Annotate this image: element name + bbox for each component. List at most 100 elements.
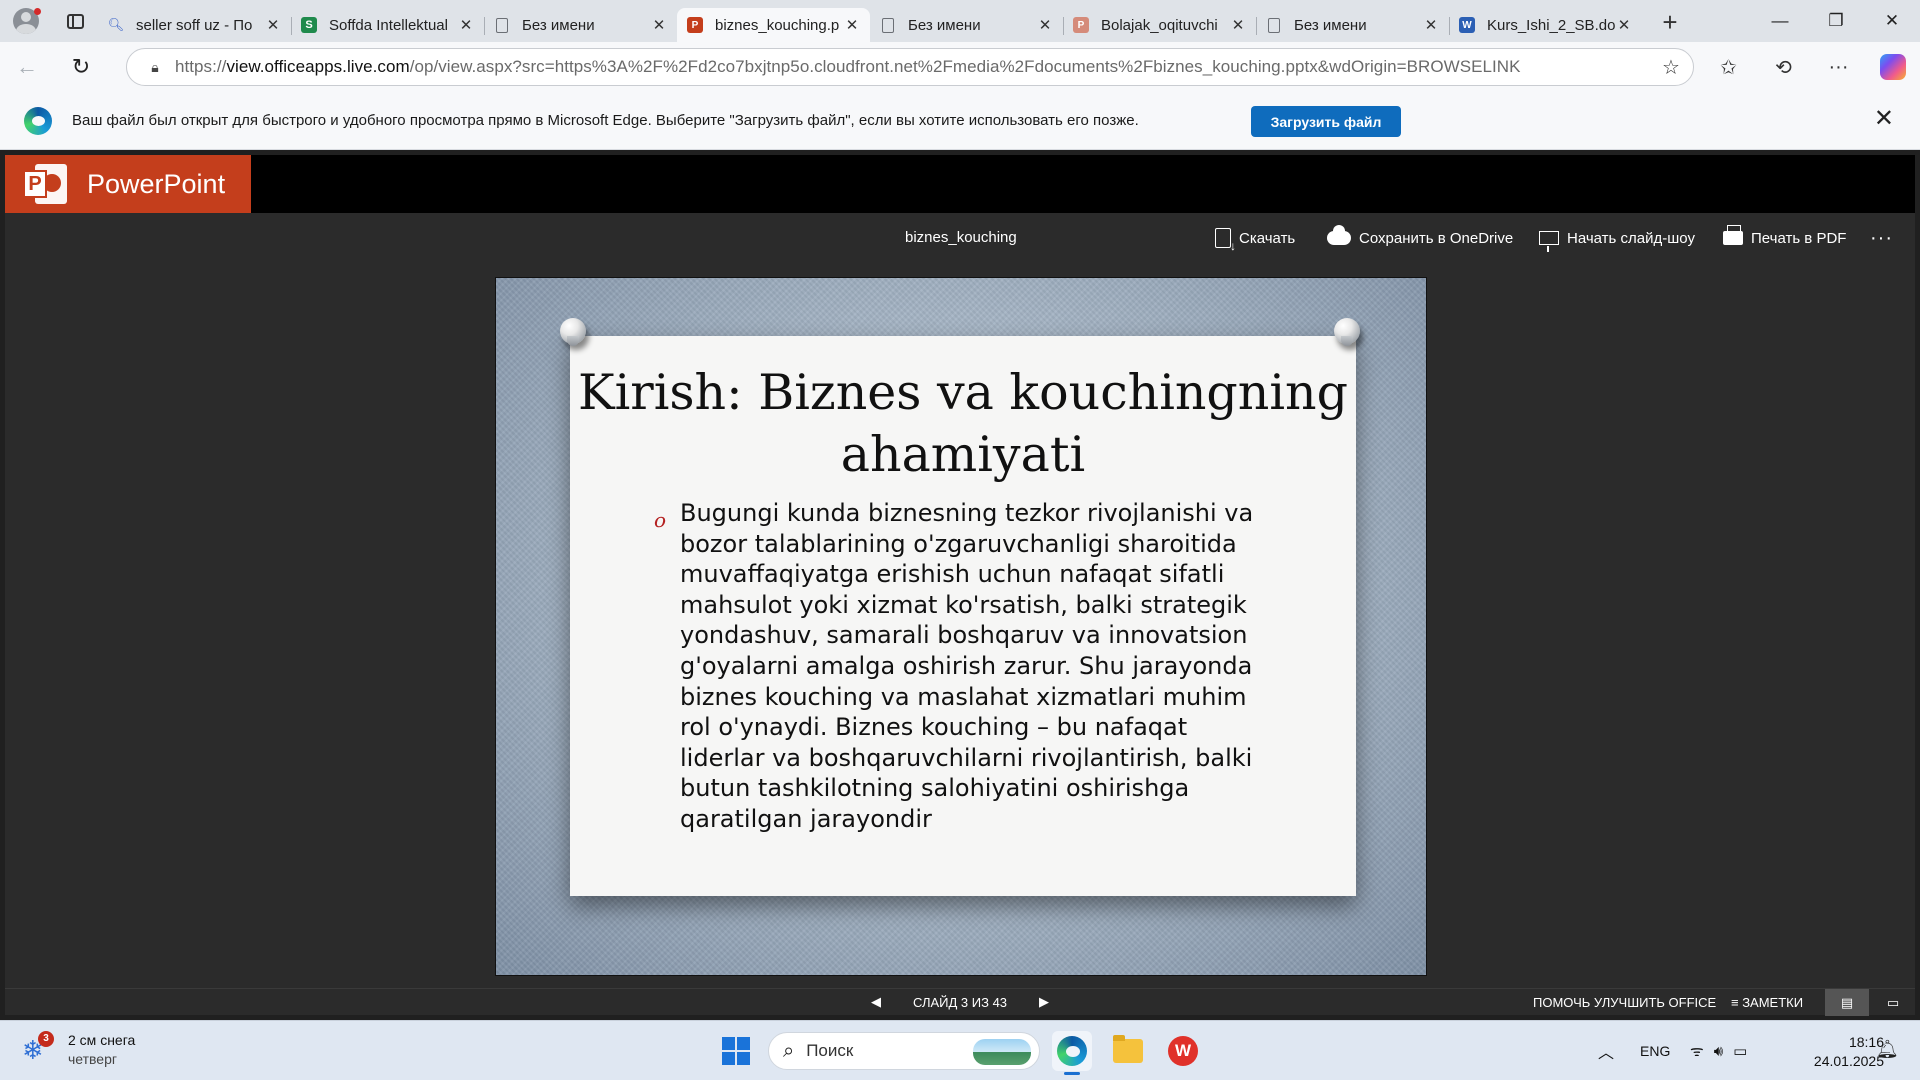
start-slideshow-button[interactable]: Начать слайд-шоу [1539,225,1695,252]
taskbar-search[interactable]: ⌕ Поиск [768,1032,1040,1070]
slideshow-view-icon[interactable]: ▭ [1871,989,1915,1016]
minimize-icon[interactable]: — [1752,0,1808,42]
ppt-toolbar: biznes_kouching Скачать Сохранить в OneD… [5,213,1915,263]
document-icon [1268,17,1280,33]
wifi-icon: ᯤ [1690,1043,1704,1060]
clock[interactable]: 18:16 24.01.2025 [1788,1033,1884,1071]
close-tab-icon[interactable]: ✕ [1616,16,1632,34]
taskbar-wps-office[interactable]: W [1163,1031,1203,1071]
url-text[interactable]: https://view.officeapps.live.com/op/view… [175,57,1649,77]
browser-tab[interactable]: P Bolajak_oqituvchi ✕ [1063,8,1256,42]
tab-actions-icon [66,13,84,29]
back-icon[interactable]: ← [0,42,54,92]
print-pdf-button[interactable]: Печать в PDF [1723,225,1846,251]
weather-day: четверг [68,1051,117,1067]
tab-title: Без имени [522,16,595,34]
document-icon [882,17,894,33]
close-tab-icon[interactable]: ✕ [458,16,474,34]
app-name: PowerPoint [87,168,226,199]
snowflake-icon: ❄ 3 [22,1030,54,1066]
notes-icon: ≡ [1731,995,1743,1010]
browser-tab[interactable]: Без имени ✕ [484,8,677,42]
more-options-icon[interactable]: ··· [1870,225,1893,251]
powerpoint-icon: P [687,17,703,33]
browser-tab[interactable]: Без имени ✕ [870,8,1063,42]
tab-title: Без имени [1294,16,1367,34]
more-menu-icon[interactable]: ··· [1811,56,1866,79]
weather-widget[interactable]: ❄ 3 2 см снега четверг [22,1030,136,1069]
search-highlight-image [973,1039,1031,1065]
favorite-star-icon[interactable]: ☆ [1649,55,1693,80]
slide-canvas[interactable]: Kirish: Biznes va kouchingning ahamiyati… [495,277,1427,976]
close-notification-icon[interactable]: ✕ [1874,104,1894,133]
close-tab-icon[interactable]: ✕ [1230,16,1246,34]
notification-dot [34,8,41,15]
search-icon: 🔍︎ [107,17,125,32]
tab-title: Soffda Intellektual [329,16,448,34]
refresh-icon[interactable]: ↻ [54,42,108,92]
windows-start-icon[interactable] [722,1037,750,1065]
close-tab-icon[interactable]: ✕ [1037,16,1053,34]
notes-button[interactable]: ≡ ЗАМЕТКИ [1731,995,1803,1010]
search-icon: ⌕ [783,1039,795,1062]
close-window-icon[interactable]: ✕ [1864,0,1920,42]
tab-title: Kurs_Ishi_2_SB.do [1487,16,1616,34]
browser-tab-active[interactable]: P biznes_kouching.p ✕ [677,8,870,42]
favorites-icon[interactable]: ✩ [1701,55,1756,80]
powerpoint-logo-icon: P [23,162,67,206]
show-hidden-icons-chevron-icon[interactable]: ︿ [1598,1021,1614,1080]
address-bar[interactable]: 🔒︎ https://view.officeapps.live.com/op/v… [126,48,1694,86]
browser-tab[interactable]: S Soffda Intellektual ✕ [291,8,484,42]
language-indicator[interactable]: ENG [1640,1021,1670,1080]
slide-paper: Kirish: Biznes va kouchingning ahamiyati… [570,336,1356,896]
system-tray[interactable]: ᯤ 🔊︎ ▭ [1690,1021,1747,1080]
taskbar-file-explorer[interactable] [1108,1031,1148,1071]
browser-tab[interactable]: 🔍︎ seller soff uz - По ✕ [98,8,291,42]
close-tab-icon[interactable]: ✕ [651,16,667,34]
slideshow-icon [1539,231,1559,252]
close-tab-icon[interactable]: ✕ [265,16,281,34]
new-tab-button[interactable]: + [1650,7,1690,38]
edge-logo-icon [24,106,52,135]
pushpin-icon [1334,318,1360,346]
address-toolbar: ← ↻ 🔒︎ https://view.officeapps.live.com/… [0,42,1920,92]
slide-indicator: СЛАЙД 3 ИЗ 43 [913,995,1008,1010]
tab-title: seller soff uz - По [136,16,253,34]
browser-tab[interactable]: W Kurs_Ishi_2_SB.do ✕ [1449,8,1642,42]
history-icon[interactable]: ⟲ [1756,55,1811,80]
lock-icon[interactable]: 🔒︎ [135,59,175,76]
ppt-header: P PowerPoint [5,155,1915,213]
download-file-button[interactable]: Загрузить файл [1251,106,1401,137]
reading-view-icon[interactable]: ▤ [1825,989,1869,1016]
weather-badge: 3 [38,1030,54,1047]
slide-title: Kirish: Biznes va kouchingning ahamiyati [578,364,1348,483]
help-improve-office-link[interactable]: ПОМОЧЬ УЛУЧШИТЬ OFFICE [1533,995,1716,1010]
window-controls: — ❐ ✕ [1752,0,1920,42]
previous-slide-icon[interactable]: ◀ [871,994,881,1010]
tab-actions-button[interactable] [52,0,98,42]
browser-tab[interactable]: Без имени ✕ [1256,8,1449,42]
taskbar-edge[interactable] [1052,1031,1092,1075]
tab-title: Bolajak_oqituvchi [1101,16,1218,34]
ppt-status-bar: ◀ СЛАЙД 3 ИЗ 43 ▶ ПОМОЧЬ УЛУЧШИТЬ OFFICE… [5,988,1915,1016]
profile-avatar[interactable] [0,0,52,42]
battery-icon: ▭ [1733,1043,1748,1060]
download-button[interactable]: Скачать [1215,225,1295,253]
slide-body-text: Bugungi kunda biznesning tezkor rivojlan… [680,499,1254,833]
notification-bell-icon[interactable]: 🔔︎ [1876,1039,1899,1060]
restore-icon[interactable]: ❐ [1808,0,1864,42]
next-slide-icon[interactable]: ▶ [1039,994,1049,1010]
copilot-icon[interactable] [1880,54,1906,80]
folder-icon [1113,1035,1143,1063]
weather-main: 2 см снега [68,1032,136,1048]
close-tab-icon[interactable]: ✕ [1423,16,1439,34]
ppt-brand[interactable]: P PowerPoint [5,155,251,213]
browser-tab-strip: 🔍︎ seller soff uz - По ✕ S Soffda Intell… [0,0,1920,42]
windows-taskbar: ❄ 3 2 см снега четверг ⌕ Поиск W ︿ ENG ᯤ … [0,1020,1920,1080]
soff-icon: S [301,17,317,33]
volume-icon: 🔊︎ [1713,1042,1724,1060]
save-onedrive-button[interactable]: Сохранить в OneDrive [1327,225,1513,251]
tab-title: biznes_kouching.p [715,16,840,34]
close-tab-icon[interactable]: ✕ [844,16,860,34]
notification-message: Ваш файл был открыт для быстрого и удобн… [72,112,1139,129]
